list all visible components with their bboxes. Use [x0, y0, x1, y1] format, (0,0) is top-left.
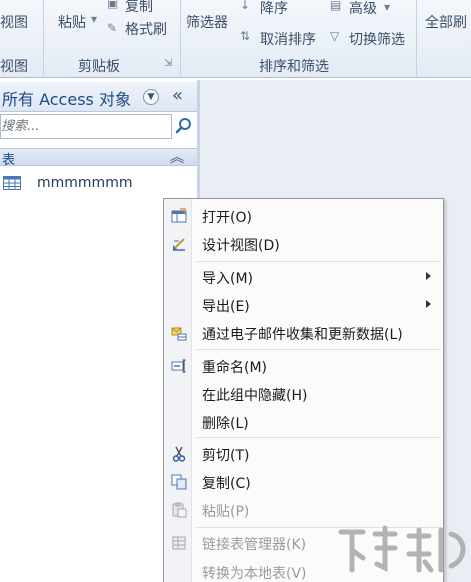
- search-icon[interactable]: [174, 116, 194, 136]
- menu-item-open[interactable]: 打开(O): [164, 203, 443, 229]
- clipboard-group-label: 剪贴板: [78, 59, 120, 75]
- menu-item-label: 转换为本地表(V): [202, 566, 307, 582]
- sort-descending-button[interactable]: 降序: [260, 0, 288, 18]
- ribbon-divider: [416, 0, 417, 76]
- menu-item-export[interactable]: 导出(E): [164, 292, 443, 318]
- format-painter-icon: ✎: [107, 21, 118, 35]
- menu-item-label: 导入(M): [202, 271, 254, 287]
- copy-icon: ▣: [107, 0, 119, 10]
- paste-dropdown-icon[interactable]: ▾: [91, 12, 97, 26]
- menu-item-design-view[interactable]: 设计视图(D): [164, 231, 443, 257]
- chevron-up-icon[interactable]: ︽: [170, 147, 184, 167]
- search-input[interactable]: [1, 117, 169, 136]
- menu-item-label: 删除(L): [202, 416, 249, 432]
- toggle-filter-icon: ▽: [330, 29, 340, 43]
- submenu-arrow-icon: [426, 272, 431, 280]
- group-label: 表: [2, 153, 16, 168]
- menu-item-delete[interactable]: 删除(L): [164, 409, 443, 435]
- remove-sort-button[interactable]: 取消排序: [260, 29, 316, 49]
- menu-item-label: 导出(E): [202, 299, 250, 315]
- nav-pane-header[interactable]: 所有 Access 对象 ▼ «: [0, 82, 197, 112]
- nav-item-table[interactable]: mmmmmmm: [0, 172, 197, 196]
- ribbon-divider: [180, 0, 181, 76]
- remove-sort-icon: ⇅: [240, 29, 251, 43]
- table-name: mmmmmmm: [37, 175, 133, 191]
- advanced-filter-icon: ▤: [330, 0, 342, 12]
- menu-item-label: 复制(C): [202, 476, 251, 492]
- menu-item-cut[interactable]: 剪切(T): [164, 441, 443, 467]
- menu-item-label: 打开(O): [202, 210, 252, 226]
- menu-separator: [197, 261, 441, 262]
- view-button-label[interactable]: 视图: [0, 12, 28, 32]
- menu-item-label: 在此组中隐藏(H): [202, 388, 308, 404]
- ribbon: 视图 视图 粘贴 ▾ ▣ 复制 ✎ 格式刷 剪贴板 ⇲ 筛选器 ↓ 降序 ⇅ 取…: [0, 0, 471, 78]
- menu-item-rename[interactable]: 重命名(M): [164, 353, 443, 379]
- menu-item-label: 通过电子邮件收集和更新数据(L): [202, 327, 403, 343]
- design-view-icon: [173, 238, 185, 251]
- linked-table-manager-icon: [172, 536, 186, 550]
- menu-item-label: 设计视图(D): [202, 238, 280, 254]
- paste-icon: [172, 502, 187, 518]
- menu-item-label: 链接表管理器(K): [202, 537, 307, 553]
- view-group-label: 视图: [0, 59, 28, 75]
- copy-icon: [171, 474, 187, 490]
- menu-item-label: 剪切(T): [202, 448, 250, 464]
- menu-item-import[interactable]: 导入(M): [164, 264, 443, 290]
- filter-button[interactable]: 筛选器: [186, 12, 228, 32]
- sort-filter-group-label: 排序和筛选: [259, 59, 329, 75]
- watermark-logo: [338, 525, 466, 573]
- menu-separator: [197, 349, 441, 350]
- chevron-down-icon[interactable]: ▼: [143, 89, 159, 105]
- menu-separator: [197, 437, 441, 438]
- ribbon-divider: [43, 0, 44, 76]
- table-icon: [3, 176, 21, 190]
- group-header-tables[interactable]: 表 ︽: [0, 147, 197, 168]
- nav-pane-title[interactable]: 所有 Access 对象: [2, 86, 131, 110]
- refresh-all-button[interactable]: 全部刷: [425, 12, 467, 32]
- menu-item-hide-in-group[interactable]: 在此组中隐藏(H): [164, 381, 443, 407]
- menu-item-label: 重命名(M): [202, 360, 268, 376]
- chevron-down-icon[interactable]: ▾: [384, 0, 390, 14]
- clipboard-launcher-icon[interactable]: ⇲: [164, 58, 172, 69]
- copy-button[interactable]: 复制: [125, 0, 153, 16]
- toggle-filter-button[interactable]: 切换筛选: [349, 29, 405, 49]
- sort-descending-icon: ↓: [240, 0, 251, 12]
- menu-item-label: 粘贴(P): [202, 504, 250, 520]
- search-box: [0, 114, 172, 139]
- open-icon: [171, 208, 187, 223]
- rename-icon: [171, 359, 186, 373]
- paste-button[interactable]: 粘贴: [58, 12, 86, 32]
- email-collect-icon: [171, 327, 187, 341]
- collapse-pane-icon[interactable]: «: [172, 85, 183, 106]
- submenu-arrow-icon: [426, 300, 431, 308]
- cut-icon: [172, 446, 186, 462]
- format-painter-button[interactable]: 格式刷: [125, 19, 167, 39]
- menu-item-copy[interactable]: 复制(C): [164, 469, 443, 495]
- menu-item-email-collect[interactable]: 通过电子邮件收集和更新数据(L): [164, 320, 443, 346]
- advanced-filter-button[interactable]: 高级: [349, 0, 377, 18]
